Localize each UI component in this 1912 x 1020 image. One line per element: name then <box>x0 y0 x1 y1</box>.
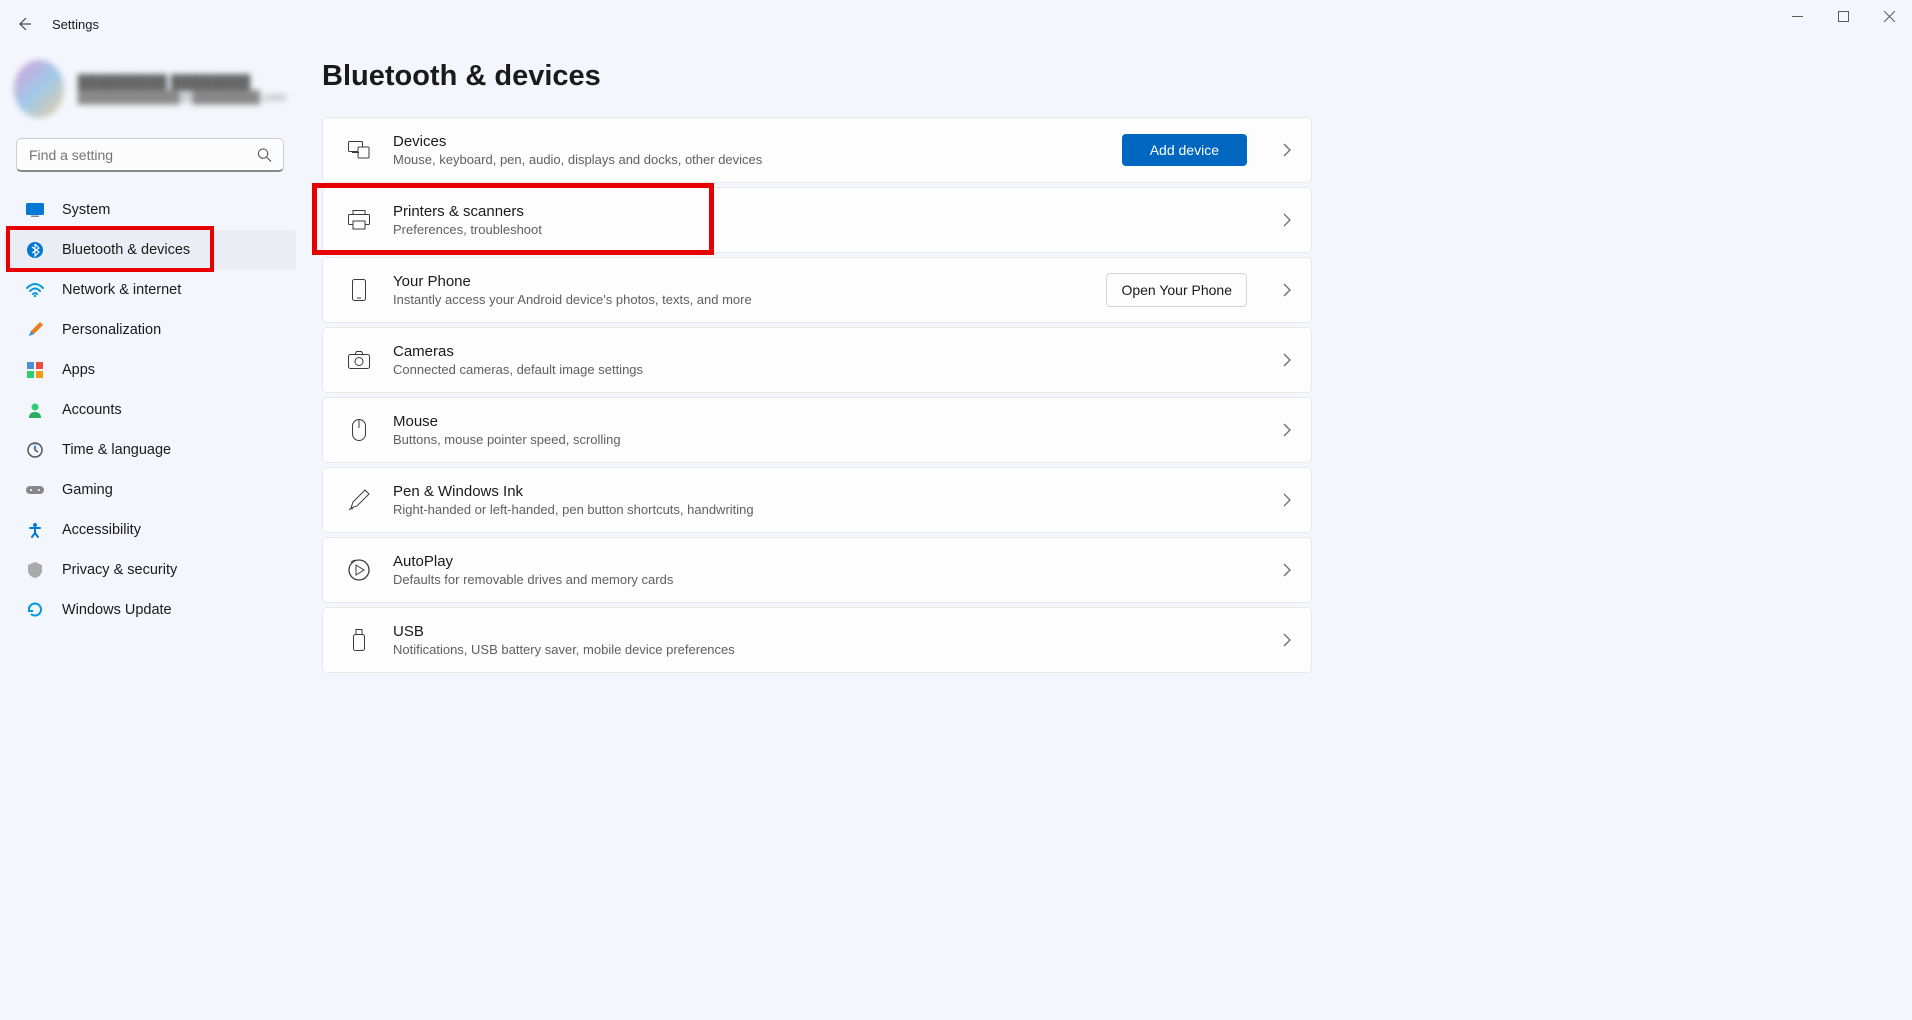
mouse-icon <box>347 418 371 442</box>
card-title: Printers & scanners <box>393 203 1247 220</box>
sidebar-item-label: Time & language <box>62 442 171 458</box>
sidebar-item-label: Windows Update <box>62 602 172 618</box>
chevron-right-icon <box>1283 283 1291 297</box>
card-title: USB <box>393 623 1247 640</box>
sidebar-item-time-language[interactable]: 文 Time & language <box>4 430 296 470</box>
nav-list: System Bluetooth & devices Network & int… <box>4 190 296 630</box>
sidebar-item-label: Gaming <box>62 482 113 498</box>
sidebar-item-label: System <box>62 202 110 218</box>
card-your-phone[interactable]: Your Phone Instantly access your Android… <box>322 257 1312 323</box>
accounts-icon <box>26 401 44 419</box>
card-subtitle: Right-handed or left-handed, pen button … <box>393 502 1247 517</box>
sidebar-item-apps[interactable]: Apps <box>4 350 296 390</box>
main-content: Bluetooth & devices Devices Mouse, keybo… <box>300 48 1912 677</box>
wifi-icon <box>26 281 44 299</box>
phone-icon <box>347 278 371 302</box>
pen-icon <box>347 488 371 512</box>
system-icon <box>26 201 44 219</box>
page-title: Bluetooth & devices <box>322 60 1892 93</box>
sidebar-item-network[interactable]: Network & internet <box>4 270 296 310</box>
window-title: Settings <box>52 17 99 32</box>
sidebar-item-accessibility[interactable]: Accessibility <box>4 510 296 550</box>
shield-icon <box>26 561 44 579</box>
card-cameras[interactable]: Cameras Connected cameras, default image… <box>322 327 1312 393</box>
sidebar-item-label: Network & internet <box>62 282 181 298</box>
chevron-right-icon <box>1283 563 1291 577</box>
bluetooth-icon <box>26 241 44 259</box>
card-title: AutoPlay <box>393 553 1247 570</box>
close-button[interactable] <box>1866 0 1912 32</box>
card-devices[interactable]: Devices Mouse, keyboard, pen, audio, dis… <box>322 117 1312 183</box>
add-device-button[interactable]: Add device <box>1122 134 1247 166</box>
autoplay-icon <box>347 558 371 582</box>
sidebar-item-personalization[interactable]: Personalization <box>4 310 296 350</box>
sidebar-item-label: Accessibility <box>62 522 141 538</box>
profile-name: █████████ ████████ <box>78 74 286 90</box>
sidebar-item-label: Privacy & security <box>62 562 177 578</box>
minimize-button[interactable] <box>1774 0 1820 32</box>
sidebar-item-accounts[interactable]: Accounts <box>4 390 296 430</box>
sidebar: █████████ ████████ ████████████@████████… <box>0 48 300 677</box>
profile-block[interactable]: █████████ ████████ ████████████@████████… <box>4 48 296 138</box>
card-autoplay[interactable]: AutoPlay Defaults for removable drives a… <box>322 537 1312 603</box>
sidebar-item-label: Personalization <box>62 322 161 338</box>
camera-icon <box>347 348 371 372</box>
devices-icon <box>347 138 371 162</box>
chevron-right-icon <box>1283 143 1291 157</box>
sidebar-item-gaming[interactable]: Gaming <box>4 470 296 510</box>
card-subtitle: Mouse, keyboard, pen, audio, displays an… <box>393 152 1100 167</box>
accessibility-icon <box>26 521 44 539</box>
sidebar-item-bluetooth-devices[interactable]: Bluetooth & devices <box>4 230 296 270</box>
card-title: Devices <box>393 133 1100 150</box>
card-printers-scanners[interactable]: Printers & scanners Preferences, trouble… <box>322 187 1312 253</box>
profile-email: ████████████@████████.com <box>78 90 286 104</box>
card-subtitle: Instantly access your Android device's p… <box>393 292 1084 307</box>
chevron-right-icon <box>1283 213 1291 227</box>
titlebar: Settings <box>0 0 1912 48</box>
avatar <box>14 60 64 118</box>
printer-icon <box>347 208 371 232</box>
card-title: Your Phone <box>393 273 1084 290</box>
card-subtitle: Buttons, mouse pointer speed, scrolling <box>393 432 1247 447</box>
card-subtitle: Notifications, USB battery saver, mobile… <box>393 642 1247 657</box>
apps-icon <box>26 361 44 379</box>
card-title: Mouse <box>393 413 1247 430</box>
card-mouse[interactable]: Mouse Buttons, mouse pointer speed, scro… <box>322 397 1312 463</box>
window-controls <box>1774 0 1912 32</box>
card-pen-ink[interactable]: Pen & Windows Ink Right-handed or left-h… <box>322 467 1312 533</box>
sidebar-item-privacy-security[interactable]: Privacy & security <box>4 550 296 590</box>
card-usb[interactable]: USB Notifications, USB battery saver, mo… <box>322 607 1312 673</box>
sidebar-item-label: Accounts <box>62 402 122 418</box>
sidebar-item-windows-update[interactable]: Windows Update <box>4 590 296 630</box>
card-subtitle: Defaults for removable drives and memory… <box>393 572 1247 587</box>
open-your-phone-button[interactable]: Open Your Phone <box>1106 273 1247 307</box>
maximize-button[interactable] <box>1820 0 1866 32</box>
chevron-right-icon <box>1283 633 1291 647</box>
chevron-right-icon <box>1283 493 1291 507</box>
card-subtitle: Connected cameras, default image setting… <box>393 362 1247 377</box>
card-title: Pen & Windows Ink <box>393 483 1247 500</box>
gaming-icon <box>26 481 44 499</box>
card-title: Cameras <box>393 343 1247 360</box>
search-icon <box>257 148 272 163</box>
chevron-right-icon <box>1283 423 1291 437</box>
usb-icon <box>347 628 371 652</box>
paintbrush-icon <box>26 321 44 339</box>
sidebar-item-label: Apps <box>62 362 95 378</box>
update-icon <box>26 601 44 619</box>
back-button[interactable] <box>14 14 34 34</box>
clock-icon: 文 <box>26 441 44 459</box>
svg-text:文: 文 <box>32 443 37 450</box>
card-subtitle: Preferences, troubleshoot <box>393 222 1247 237</box>
chevron-right-icon <box>1283 353 1291 367</box>
sidebar-item-system[interactable]: System <box>4 190 296 230</box>
search-input[interactable] <box>16 138 284 172</box>
sidebar-item-label: Bluetooth & devices <box>62 242 190 258</box>
